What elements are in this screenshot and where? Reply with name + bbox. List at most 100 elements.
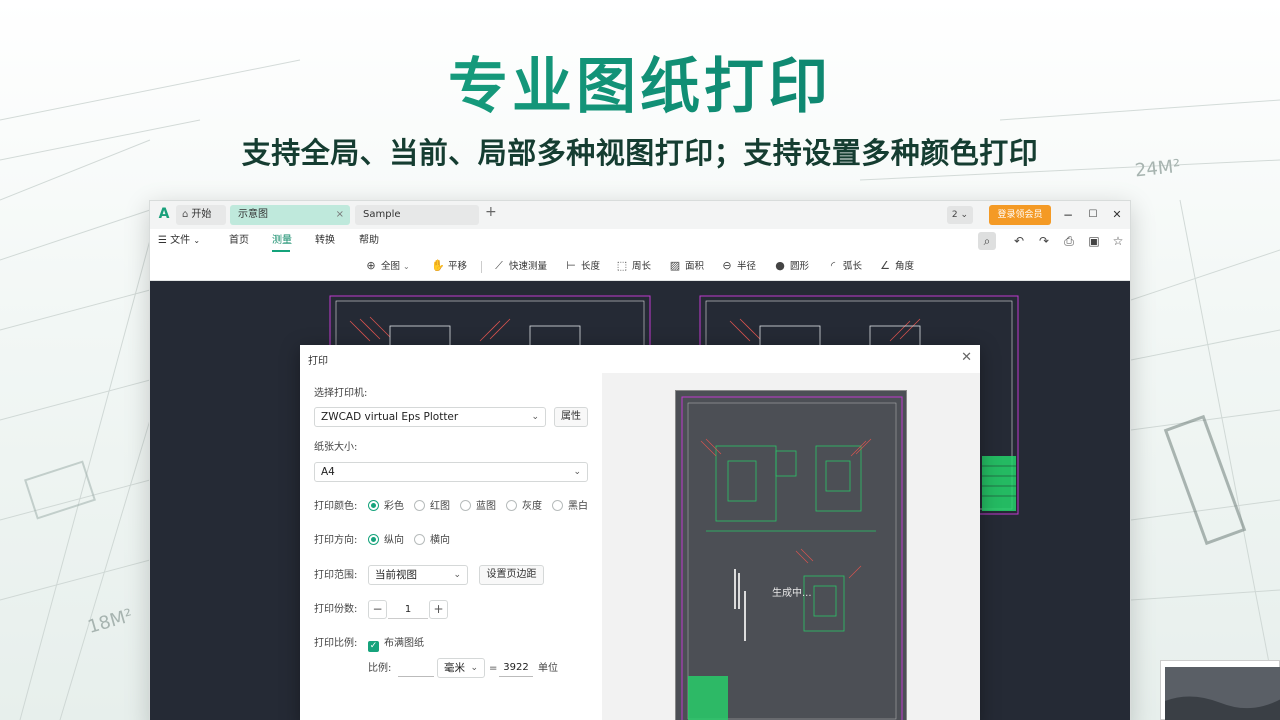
- toolbar-divider: [481, 261, 482, 273]
- color-option-red-label: 红图: [430, 501, 450, 512]
- close-window-button[interactable]: ✕: [1107, 205, 1127, 225]
- radio-dot: [414, 534, 425, 545]
- color-option-blue[interactable]: 蓝图: [460, 500, 496, 514]
- orientation-landscape[interactable]: 横向: [414, 534, 450, 548]
- preview-status: 生成中...: [772, 588, 812, 599]
- active-menu-indicator: [272, 250, 290, 252]
- tab-sample[interactable]: Sample: [355, 205, 479, 225]
- window-count-dropdown[interactable]: 2 ⌄: [947, 206, 973, 224]
- tool-zoom-extents[interactable]: ⊕ 全图 ⌄: [364, 259, 409, 274]
- length-icon: ⊢: [566, 259, 576, 272]
- minimize-button[interactable]: −: [1058, 205, 1078, 225]
- fit-to-paper-checkbox[interactable]: ✓ 布满图纸: [368, 637, 424, 652]
- color-option-full-label: 彩色: [384, 501, 404, 512]
- tool-circle[interactable]: ● 圆形: [773, 259, 809, 274]
- page-margin-button[interactable]: 设置页边距: [479, 565, 544, 585]
- tab-sample-label: Sample: [363, 209, 401, 220]
- tool-arc-label: 弧长: [843, 261, 863, 272]
- menu-measure[interactable]: 测量: [272, 234, 292, 248]
- tab-diagram[interactable]: 示意图 ×: [230, 205, 350, 225]
- preview-drawing: [681, 396, 903, 720]
- tool-perimeter[interactable]: ⬚ 周长: [615, 259, 651, 274]
- redo-icon[interactable]: ↷: [1035, 232, 1053, 250]
- paper-size-select[interactable]: A4 ⌄: [314, 462, 588, 482]
- ratio-units-input[interactable]: 3922: [499, 659, 533, 677]
- home-icon: ⌂: [182, 209, 189, 220]
- app-logo-icon: A: [158, 206, 170, 222]
- copies-decrement-button[interactable]: −: [368, 600, 387, 619]
- ratio-paper-input[interactable]: [398, 659, 434, 677]
- orientation-landscape-label: 横向: [430, 535, 450, 546]
- color-option-red[interactable]: 红图: [414, 500, 450, 514]
- hero-title: 专业图纸打印: [0, 38, 1280, 125]
- printer-label: 选择打印机:: [314, 388, 368, 399]
- color-option-full[interactable]: 彩色: [368, 500, 404, 514]
- radio-dot: [552, 500, 563, 511]
- orientation-label: 打印方向:: [314, 535, 358, 546]
- search-icon[interactable]: ⌕: [978, 232, 996, 250]
- equals-sign: =: [489, 663, 498, 674]
- chevron-down-icon: ⌄: [453, 570, 461, 580]
- add-tab-button[interactable]: +: [485, 204, 497, 220]
- printer-properties-button[interactable]: 属性: [554, 407, 588, 427]
- maximize-button[interactable]: ☐: [1083, 205, 1103, 225]
- undo-icon[interactable]: ↶: [1010, 232, 1028, 250]
- copies-increment-button[interactable]: +: [429, 600, 448, 619]
- print-icon[interactable]: ⎙: [1060, 232, 1078, 250]
- print-range-select[interactable]: 当前视图 ⌄: [368, 565, 468, 585]
- printer-select[interactable]: ZWCAD virtual Eps Plotter ⌄: [314, 407, 546, 427]
- print-dialog: 打印 ✕ 选择打印机: ZWCAD virtual Eps Plotter ⌄ 属…: [300, 345, 980, 720]
- chevron-down-icon: ⌄: [193, 236, 201, 245]
- orientation-portrait[interactable]: 纵向: [368, 534, 404, 548]
- tool-perimeter-label: 周长: [632, 261, 652, 272]
- tab-home[interactable]: ⌂ 开始: [176, 205, 226, 225]
- tool-angle[interactable]: ∠ 角度: [878, 259, 914, 274]
- color-option-mono-label: 黑白: [568, 501, 588, 512]
- close-icon[interactable]: ✕: [961, 350, 972, 365]
- tool-area-label: 面积: [685, 261, 705, 272]
- unit-suffix: 单位: [538, 663, 558, 674]
- ruler-icon: ⟋: [495, 259, 503, 272]
- chevron-down-icon: ⌄: [573, 467, 581, 477]
- hamburger-icon: ☰: [158, 235, 167, 246]
- tool-length[interactable]: ⊢ 长度: [564, 259, 600, 274]
- tab-home-label: 开始: [191, 209, 212, 220]
- perimeter-icon: ⬚: [616, 259, 628, 272]
- menu-convert[interactable]: 转换: [315, 234, 335, 248]
- unit-select[interactable]: 毫米 ⌄: [437, 658, 485, 678]
- save-icon[interactable]: ▣: [1085, 232, 1103, 250]
- menu-help[interactable]: 帮助: [359, 234, 379, 248]
- copies-input[interactable]: 1: [388, 600, 428, 619]
- tool-quick-measure[interactable]: ⟋ 快速测量: [492, 259, 547, 274]
- scale-label: 打印比例:: [314, 638, 358, 649]
- chevron-down-icon: ⌄: [470, 663, 478, 673]
- angle-icon: ∠: [880, 259, 890, 272]
- login-member-button[interactable]: 登录领会员: [989, 205, 1051, 225]
- pan-hand-icon: ✋: [431, 259, 445, 272]
- circle-icon: ●: [775, 259, 785, 272]
- tool-pan[interactable]: ✋ 平移: [431, 259, 467, 274]
- area-icon: ▨: [669, 259, 681, 272]
- paper-size-value: A4: [321, 466, 335, 478]
- menu-home[interactable]: 首页: [229, 234, 249, 248]
- checkmark-icon: ✓: [368, 641, 379, 652]
- color-option-blue-label: 蓝图: [476, 501, 496, 512]
- color-option-mono[interactable]: 黑白: [552, 500, 588, 514]
- print-preview-page: [675, 390, 907, 720]
- print-range-value: 当前视图: [375, 569, 417, 581]
- tool-length-label: 长度: [581, 261, 601, 272]
- radio-dot: [414, 500, 425, 511]
- menu-file[interactable]: ☰ 文件 ⌄: [158, 234, 200, 248]
- fit-to-paper-label: 布满图纸: [384, 638, 424, 649]
- tool-arc[interactable]: ◜ 弧长: [826, 259, 862, 274]
- star-icon[interactable]: ☆: [1109, 232, 1127, 250]
- tool-radius[interactable]: ⊖ 半径: [720, 259, 756, 274]
- window-count-value: 2: [951, 210, 958, 220]
- close-tab-icon[interactable]: ×: [336, 205, 344, 225]
- tool-area[interactable]: ▨ 面积: [668, 259, 704, 274]
- tool-zoom-extents-label: 全图: [381, 261, 401, 272]
- radio-dot: [506, 500, 517, 511]
- tool-pan-label: 平移: [448, 261, 468, 272]
- color-option-gray[interactable]: 灰度: [506, 500, 542, 514]
- print-range-label: 打印范围:: [314, 570, 358, 581]
